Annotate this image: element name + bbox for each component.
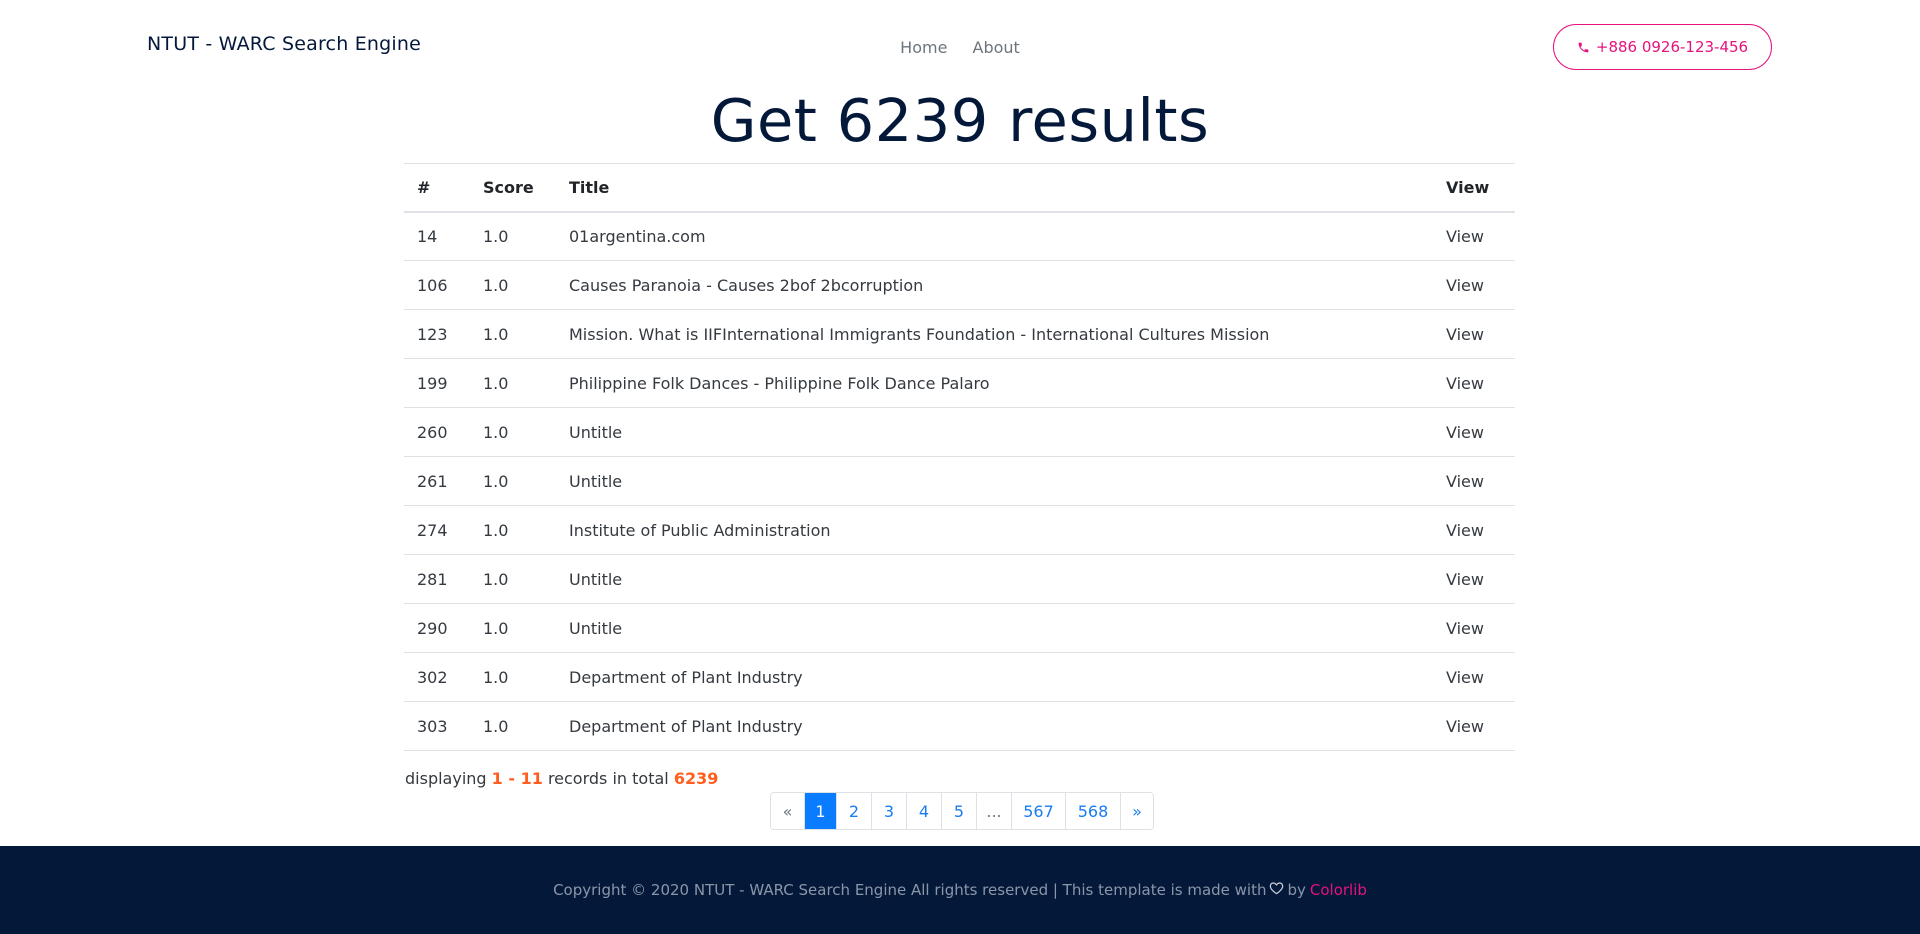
view-link[interactable]: View [1446,668,1484,687]
view-link[interactable]: View [1446,374,1484,393]
cell-score: 1.0 [470,260,556,310]
table-row: 106 1.0 Causes Paranoia - Causes 2bof 2b… [404,260,1515,310]
view-link[interactable]: View [1446,276,1484,295]
view-link[interactable]: View [1446,227,1484,246]
cell-score: 1.0 [470,211,556,261]
phone-button[interactable]: +886 0926-123-456 [1553,24,1772,70]
pagination-page-1[interactable]: 1 [804,793,836,829]
table-row: 199 1.0 Philippine Folk Dances - Philipp… [404,358,1515,408]
cell-score: 1.0 [470,505,556,555]
cell-title: Untitle [556,603,1433,653]
cell-number: 290 [404,603,470,653]
cell-title: Mission. What is IIFInternational Immigr… [556,309,1433,359]
cell-number: 199 [404,358,470,408]
cell-number: 123 [404,309,470,359]
view-link[interactable]: View [1446,423,1484,442]
column-header-view: View [1433,163,1515,213]
results-table-body: 14 1.0 01argentina.com View 106 1.0 Caus… [404,211,1515,751]
column-header-title: Title [556,163,1433,213]
cell-score: 1.0 [470,456,556,506]
view-link[interactable]: View [1446,717,1484,736]
table-row: 303 1.0 Department of Plant Industry Vie… [404,701,1515,751]
cell-score: 1.0 [470,554,556,604]
footer-copyright: Copyright © 2020 NTUT - WARC Search Engi… [553,881,1267,899]
cell-number: 14 [404,211,470,261]
cell-title: Philippine Folk Dances - Philippine Folk… [556,358,1433,408]
table-header-row: # Score Title View [404,163,1515,213]
table-row: 302 1.0 Department of Plant Industry Vie… [404,652,1515,702]
table-row: 14 1.0 01argentina.com View [404,211,1515,261]
cell-number: 274 [404,505,470,555]
pagination: « 1 2 3 4 5 ... 567 568 » [770,792,1154,830]
site-footer: Copyright © 2020 NTUT - WARC Search Engi… [0,846,1920,934]
results-summary: displaying 1 - 11 records in total 6239 [405,769,718,788]
pagination-page-3[interactable]: 3 [871,793,906,829]
pagination-page-567[interactable]: 567 [1011,793,1065,829]
cell-number: 260 [404,407,470,457]
footer-by: by [1287,881,1306,899]
pagination-ellipsis: ... [976,793,1011,829]
table-row: 281 1.0 Untitle View [404,554,1515,604]
summary-total: 6239 [673,769,719,788]
summary-range: 1 - 11 [491,769,543,788]
view-link[interactable]: View [1446,521,1484,540]
heart-icon [1269,881,1284,899]
cell-score: 1.0 [470,358,556,408]
cell-score: 1.0 [470,701,556,751]
table-row: 123 1.0 Mission. What is IIFInternationa… [404,309,1515,359]
table-row: 261 1.0 Untitle View [404,456,1515,506]
nav-about-link[interactable]: About [973,38,1020,57]
pagination-page-2[interactable]: 2 [836,793,871,829]
pagination-page-5[interactable]: 5 [941,793,976,829]
cell-title: Department of Plant Industry [556,652,1433,702]
cell-number: 302 [404,652,470,702]
page-title: Get 6239 results [710,86,1210,155]
cell-number: 261 [404,456,470,506]
cell-score: 1.0 [470,407,556,457]
cell-title: Untitle [556,456,1433,506]
view-link[interactable]: View [1446,570,1484,589]
cell-score: 1.0 [470,652,556,702]
table-row: 274 1.0 Institute of Public Administrati… [404,505,1515,555]
view-link[interactable]: View [1446,619,1484,638]
cell-number: 281 [404,554,470,604]
summary-middle: records in total [547,769,669,788]
pagination-prev-button[interactable]: « [771,793,804,829]
cell-score: 1.0 [470,309,556,359]
cell-score: 1.0 [470,603,556,653]
column-header-score: Score [470,163,556,213]
cell-title: 01argentina.com [556,211,1433,261]
table-row: 290 1.0 Untitle View [404,603,1515,653]
pagination-next-button[interactable]: » [1120,793,1153,829]
view-link[interactable]: View [1446,325,1484,344]
summary-prefix: displaying [405,769,487,788]
pagination-page-568[interactable]: 568 [1065,793,1120,829]
cell-title: Institute of Public Administration [556,505,1433,555]
nav-home-link[interactable]: Home [900,38,947,57]
cell-number: 303 [404,701,470,751]
cell-title: Untitle [556,407,1433,457]
view-link[interactable]: View [1446,472,1484,491]
pagination-page-4[interactable]: 4 [906,793,941,829]
phone-button-label: +886 0926-123-456 [1595,38,1749,56]
footer-colorlib-link[interactable]: Colorlib [1310,881,1367,899]
cell-title: Department of Plant Industry [556,701,1433,751]
column-header-number: # [404,163,470,213]
cell-title: Causes Paranoia - Causes 2bof 2bcorrupti… [556,260,1433,310]
results-table: # Score Title View 14 1.0 01argentina.co… [404,163,1515,751]
cell-number: 106 [404,260,470,310]
site-header: NTUT - WARC Search Engine Home About +88… [0,0,1920,95]
table-row: 260 1.0 Untitle View [404,407,1515,457]
phone-icon [1577,41,1590,54]
cell-title: Untitle [556,554,1433,604]
